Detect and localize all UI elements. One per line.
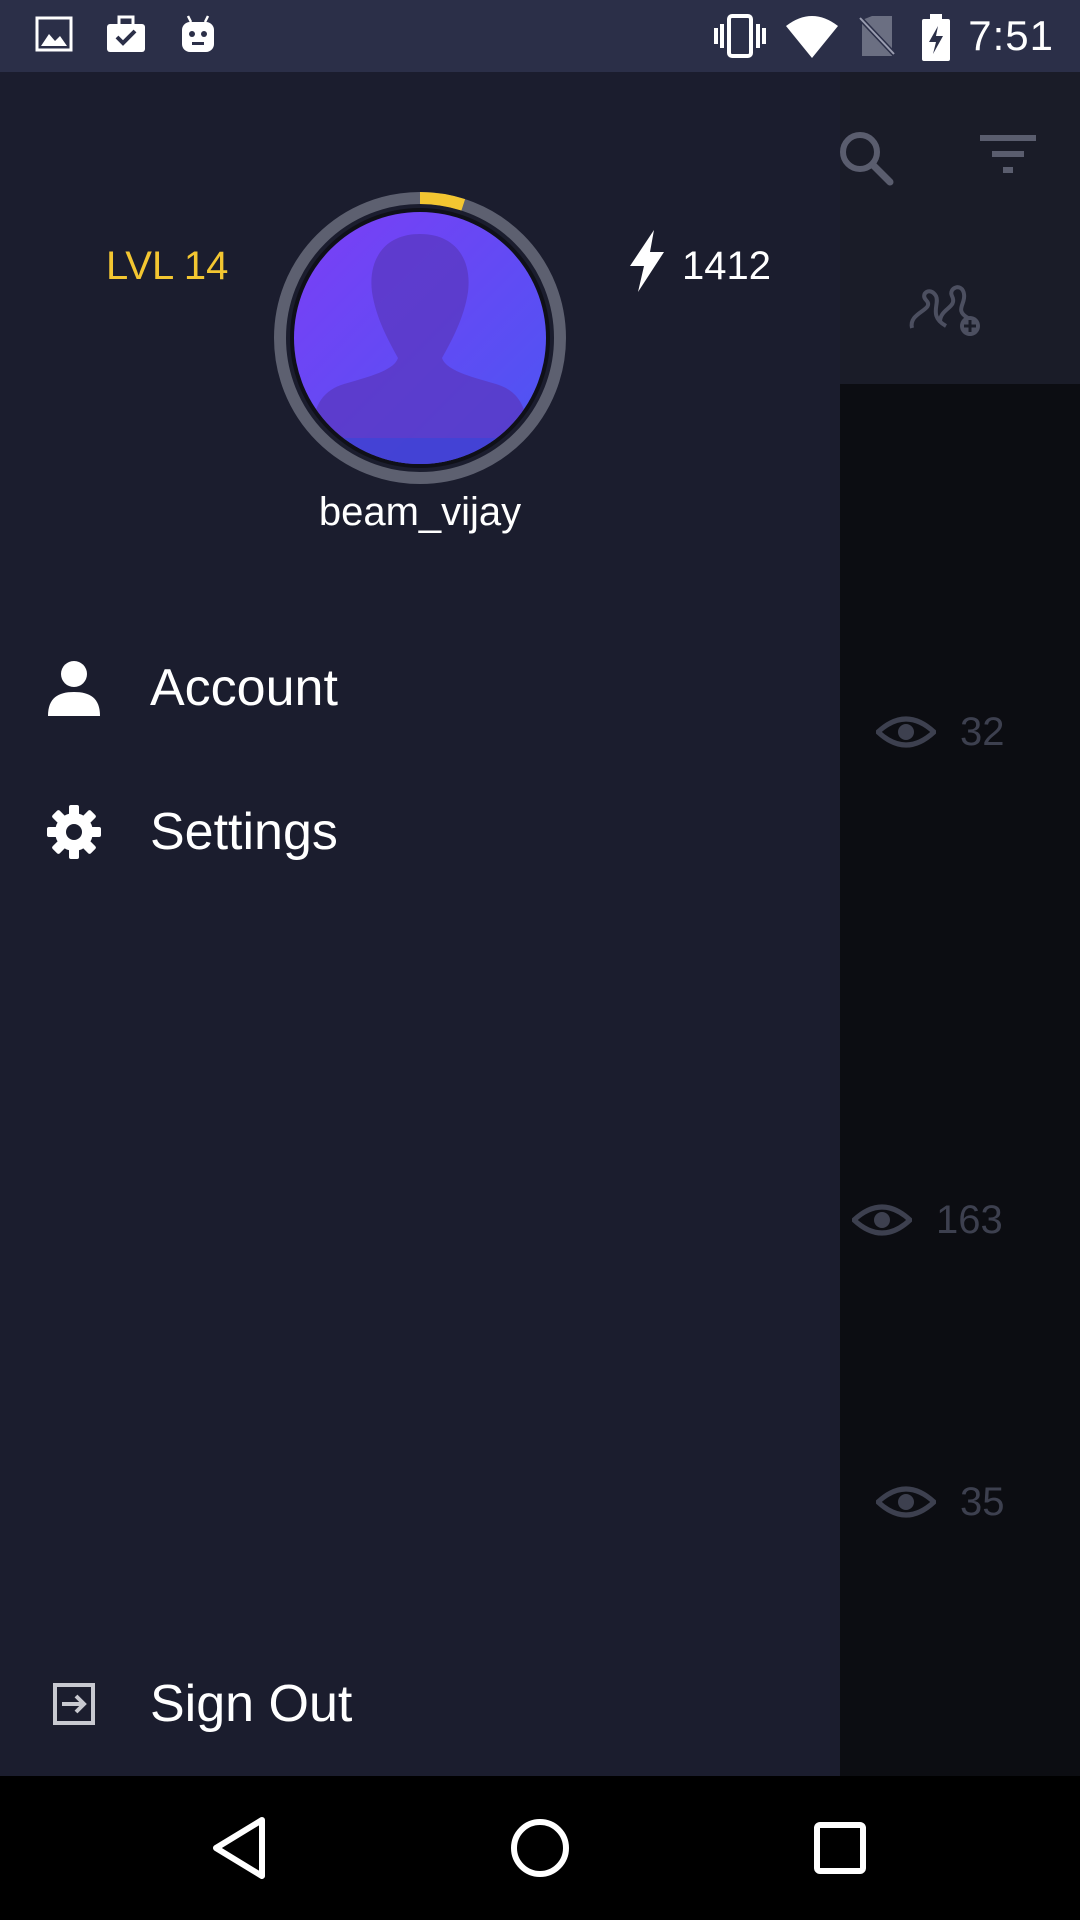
- view-count: 35: [960, 1480, 1005, 1524]
- energy-value: 1412: [682, 243, 771, 288]
- briefcase-check-icon: [104, 14, 148, 61]
- status-bar: 7:51: [0, 0, 1080, 72]
- recents-icon[interactable]: [790, 1798, 890, 1898]
- sign-out-button[interactable]: Sign Out: [0, 1644, 840, 1764]
- lightning-icon: [628, 230, 682, 302]
- person-icon: [46, 660, 102, 716]
- level-progress-arc: [419, 192, 466, 211]
- navigation-bar: [0, 1776, 1080, 1920]
- eye-icon: [874, 1484, 938, 1525]
- level-label: LVL 14: [106, 244, 229, 288]
- image-icon: [34, 14, 74, 59]
- avatar[interactable]: [272, 190, 568, 486]
- clock: 7:51: [968, 12, 1054, 59]
- menu-item-label: Settings: [150, 803, 338, 861]
- username: beam_vijay: [318, 490, 522, 534]
- wifi-icon: [784, 14, 840, 63]
- search-icon[interactable]: [836, 128, 896, 193]
- home-icon[interactable]: [490, 1798, 590, 1898]
- menu-item-settings[interactable]: Settings: [0, 772, 840, 892]
- battery-charging-icon: [920, 14, 952, 67]
- back-icon[interactable]: [190, 1798, 290, 1898]
- filter-icon[interactable]: [978, 134, 1038, 183]
- view-count: 32: [960, 710, 1005, 754]
- view-count: 163: [936, 1198, 1003, 1242]
- navigation-drawer: LVL 14 1412 beam_vijay Account Settings …: [0, 72, 840, 1776]
- sign-out-label: Sign Out: [150, 1675, 353, 1733]
- eye-icon: [874, 714, 938, 755]
- sign-out-icon: [46, 1676, 102, 1732]
- vibrate-icon: [712, 14, 768, 63]
- gear-icon: [46, 804, 102, 860]
- menu-item-account[interactable]: Account: [0, 628, 840, 748]
- no-sim-icon: [858, 14, 896, 63]
- menu-item-label: Account: [150, 659, 338, 717]
- add-people-icon[interactable]: [906, 282, 984, 345]
- eye-icon: [850, 1202, 914, 1243]
- android-icon: [178, 14, 218, 61]
- energy-counter: 1412: [628, 230, 771, 298]
